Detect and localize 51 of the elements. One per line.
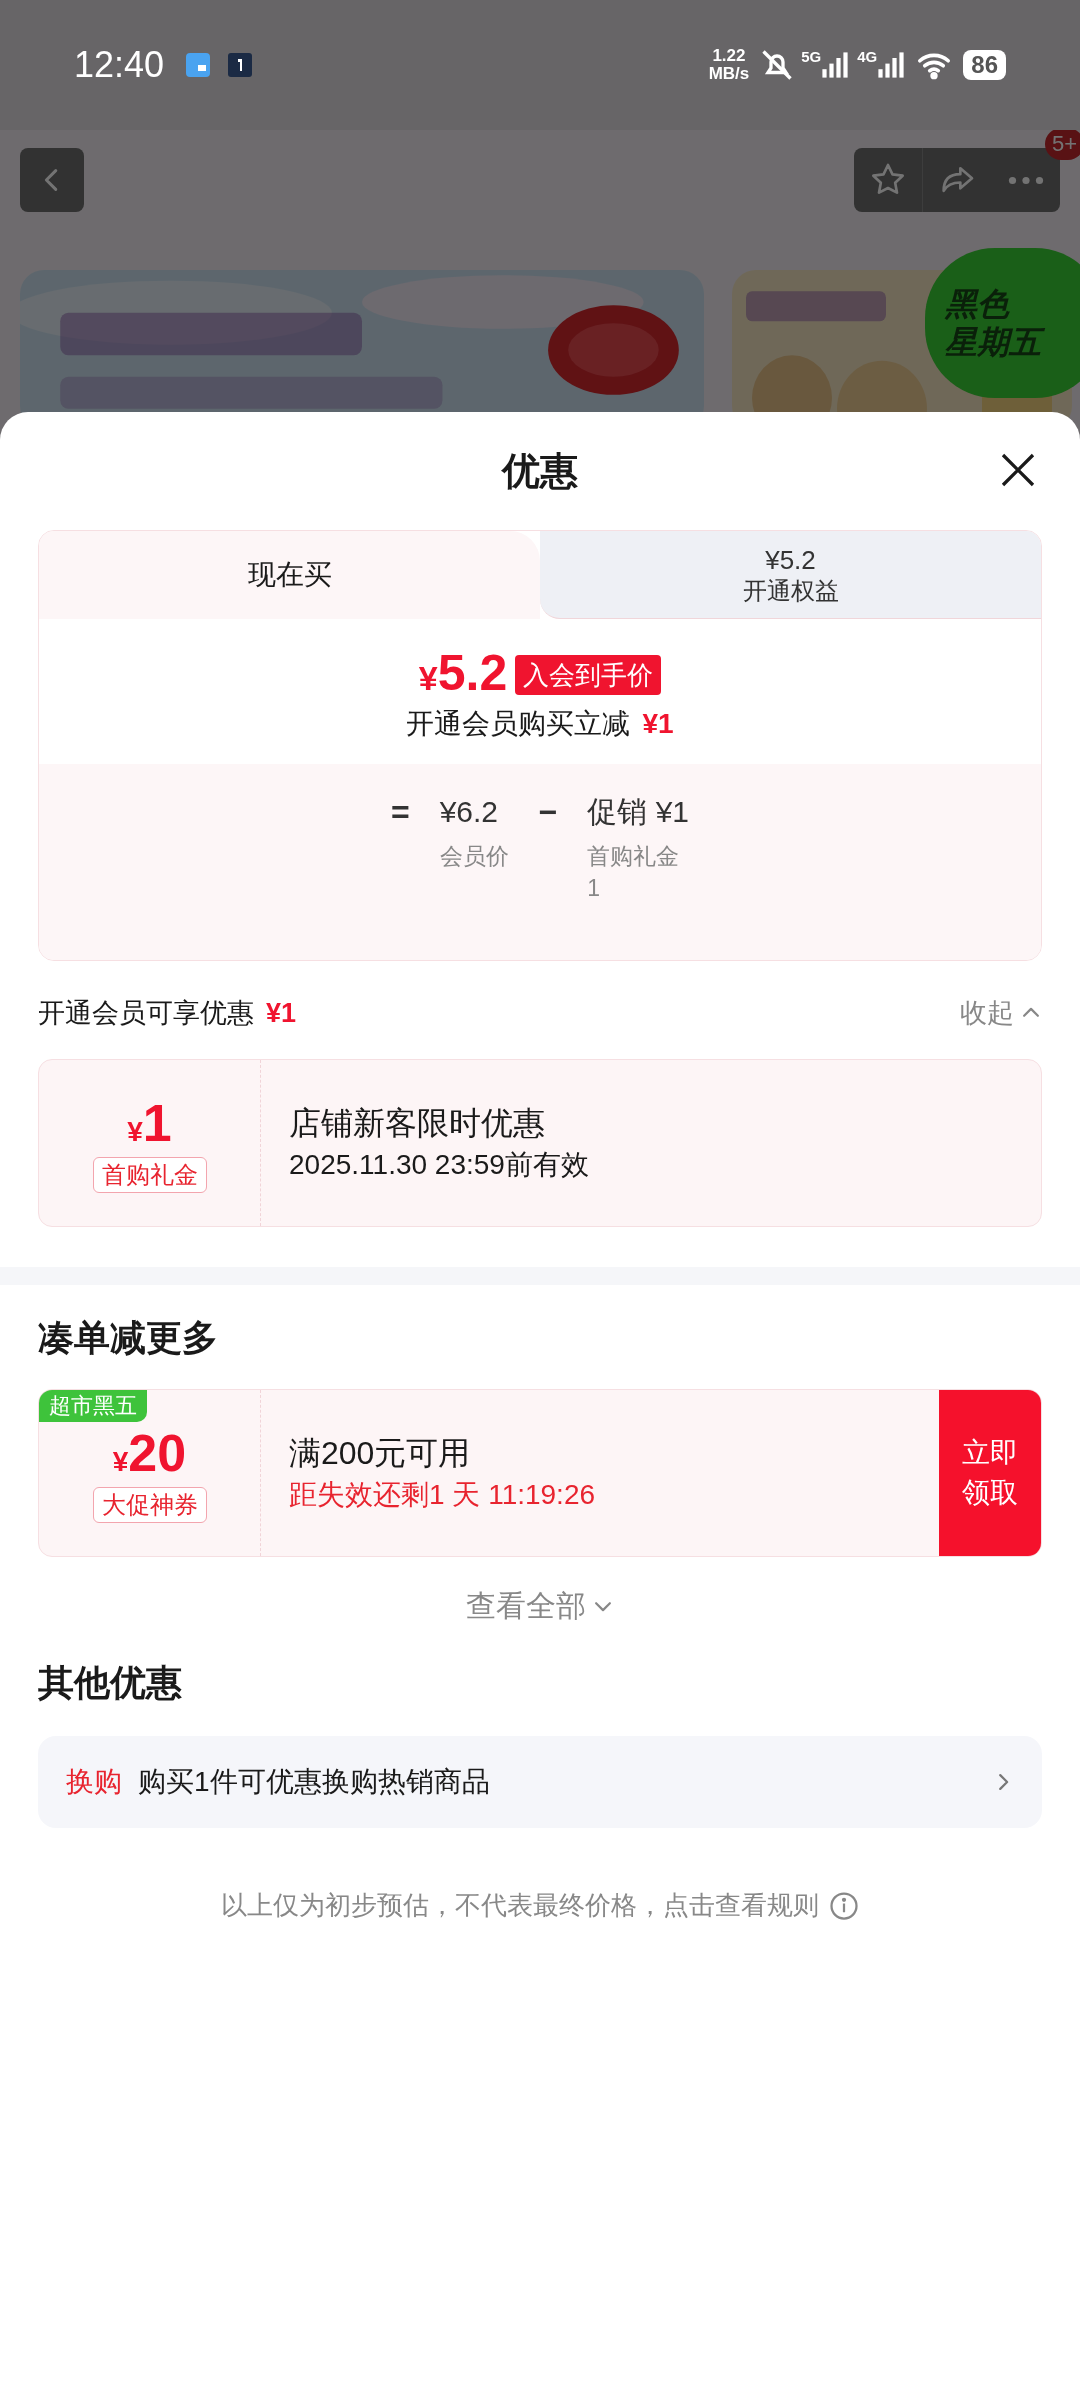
more-icon (1007, 175, 1044, 185)
network-speed-unit: MB/s (708, 65, 750, 83)
coupon-tag: 首购礼金 (92, 1157, 207, 1193)
price-currency: ¥ (418, 659, 438, 699)
formula-caption: 1 (587, 874, 601, 903)
coupon-amount: 1 (142, 1093, 172, 1153)
offer-tag: 换购 (66, 1761, 122, 1803)
view-all-button[interactable]: 查看全部 (466, 1583, 614, 1628)
formula-caption: 会员价 (439, 842, 509, 871)
coupon-validity: 2025.11.30 23:59前有效 (289, 1148, 590, 1182)
app-icon (228, 53, 253, 77)
offer-row[interactable]: 换购 购买1件可优惠换购热销商品 (38, 1736, 1042, 1828)
signal-icon (877, 50, 906, 80)
offer-text: 购买1件可优惠换购热销商品 (138, 1765, 491, 1799)
battery-indicator: 86 (963, 50, 1006, 80)
operator-sign: − (538, 793, 558, 832)
member-price: 5.2 (437, 645, 508, 701)
formula-value: 促销 ¥1 (587, 794, 690, 830)
disclaimer-text: 以上仅为初步预估，不代表最终价格，点击查看规则 (221, 1889, 819, 1922)
sheet-title: 优惠 (502, 448, 578, 494)
network-type: 5G (801, 47, 822, 67)
discount-note: 开通会员购买立减 (406, 707, 631, 741)
member-offer-amount: ¥1 (266, 996, 297, 1030)
claim-button[interactable]: 立即领取 (939, 1390, 1041, 1556)
price-tag: 入会到手价 (515, 654, 662, 695)
coupon-amount: 20 (128, 1423, 187, 1483)
network-type: 4G (857, 47, 878, 67)
section-title: 凑单减更多 (38, 1316, 219, 1360)
discount-amount: ¥1 (642, 707, 674, 741)
section-title: 其他优惠 (38, 1661, 183, 1705)
coupon-tag: 大促神券 (92, 1487, 207, 1523)
coupon-title: 店铺新客限时优惠 (289, 1104, 546, 1143)
back-button[interactable] (20, 148, 84, 212)
app-icon (186, 53, 211, 77)
operator-sign: = (390, 793, 410, 832)
status-time: 12:40 (74, 43, 165, 87)
info-icon[interactable] (829, 1890, 859, 1921)
coupon-ribbon: 超市黑五 (39, 1390, 147, 1422)
formula-value: ¥6.2 (439, 794, 499, 830)
price-tab[interactable]: 现在买 (39, 531, 540, 619)
signal-icon (821, 50, 850, 80)
member-offer-label: 开通会员可享优惠 (38, 996, 254, 1030)
notification-badge: 5+ (1044, 128, 1080, 160)
formula-caption: 首购礼金 (587, 842, 680, 871)
coupon-title: 满200元可用 (289, 1434, 472, 1473)
coupon-validity: 距失效还剩1 天 11:19:26 (289, 1478, 597, 1512)
price-tab[interactable]: ¥5.2 开通权益 (540, 531, 1041, 619)
collapse-toggle[interactable]: 收起 (960, 992, 1042, 1034)
coupon-currency: ¥ (112, 1446, 129, 1479)
network-speed: 1.22 (712, 47, 746, 65)
coupon-currency: ¥ (127, 1116, 143, 1149)
